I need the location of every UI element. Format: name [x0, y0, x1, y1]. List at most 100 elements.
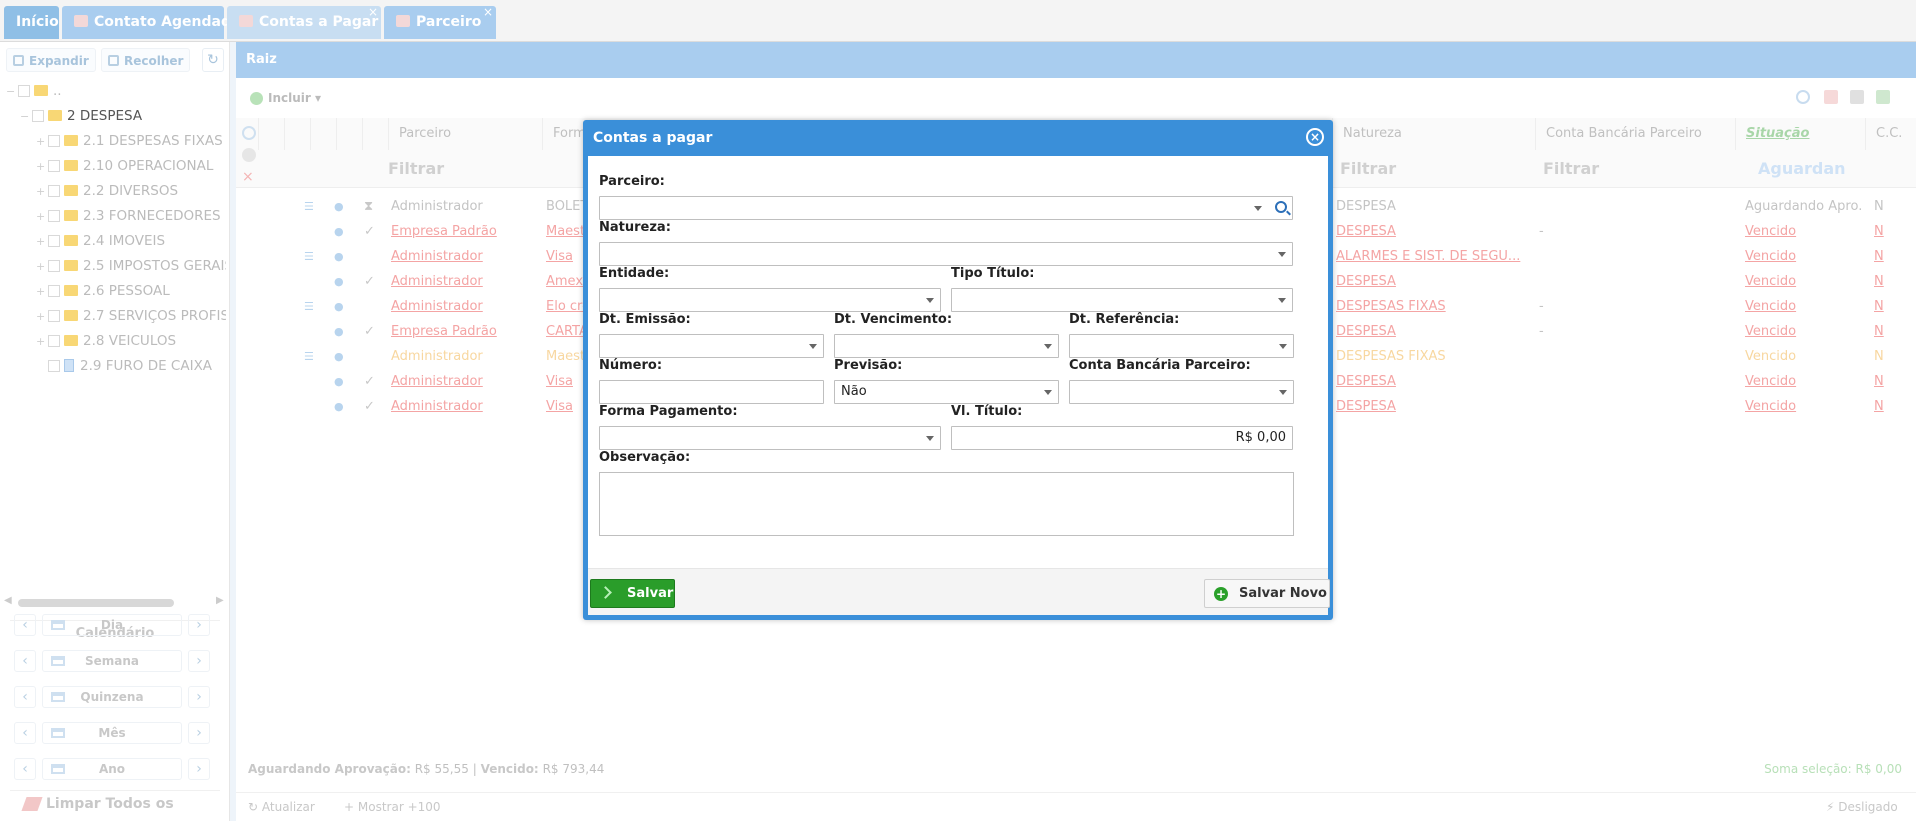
check-icon[interactable]: ✓	[364, 219, 375, 244]
cell-cc[interactable]: N	[1874, 219, 1884, 244]
eye-icon[interactable]: ●	[334, 394, 344, 419]
cell-cc[interactable]: N	[1874, 269, 1884, 294]
cell-natureza[interactable]: DESPESA	[1336, 269, 1531, 294]
refresh-button[interactable]: ↻ Atualizar	[248, 800, 315, 814]
tree-toggle[interactable]: +	[36, 131, 46, 152]
gear-icon[interactable]	[242, 148, 256, 162]
close-icon[interactable]: ×	[242, 170, 256, 184]
tree-toggle[interactable]: +	[36, 331, 46, 352]
chevron-down-icon[interactable]	[926, 436, 934, 441]
numero-input[interactable]	[599, 380, 824, 404]
eye-icon[interactable]: ●	[334, 319, 344, 344]
next-arrow-icon[interactable]: ›	[188, 650, 210, 672]
prev-arrow-icon[interactable]: ‹	[14, 758, 36, 780]
eye-icon[interactable]: ●	[334, 369, 344, 394]
calendar-button[interactable]: Dia	[42, 614, 182, 636]
dt-emissao-input[interactable]	[599, 334, 824, 358]
show-more-button[interactable]: + Mostrar +100	[344, 800, 441, 814]
chevron-down-icon[interactable]	[1044, 390, 1052, 395]
tree-toggle[interactable]: +	[36, 306, 46, 327]
chevron-down-icon[interactable]	[1279, 344, 1287, 349]
dt-vencimento-input[interactable]	[834, 334, 1059, 358]
cell-natureza[interactable]: DESPESA	[1336, 394, 1531, 419]
cell-parceiro[interactable]: Administrador	[391, 394, 539, 419]
list-icon[interactable]: ☰	[304, 294, 314, 319]
cell-natureza[interactable]: DESPESA	[1336, 219, 1531, 244]
tree-checkbox[interactable]	[48, 135, 60, 147]
column-conta-bancaria[interactable]: Conta Bancária Parceiro	[1535, 118, 1735, 150]
tree-checkbox[interactable]	[48, 360, 60, 372]
parceiro-select[interactable]	[599, 196, 1293, 220]
cell-natureza[interactable]: ALARMES E SIST. DE SEGU...	[1336, 244, 1531, 269]
next-arrow-icon[interactable]: ›	[188, 758, 210, 780]
cell-situacao[interactable]: Vencido	[1745, 344, 1863, 369]
cell-situacao[interactable]: Vencido	[1745, 244, 1863, 269]
cell-parceiro[interactable]: Administrador	[391, 294, 539, 319]
cell-situacao[interactable]: Vencido	[1745, 294, 1863, 319]
search-icon[interactable]	[1796, 90, 1810, 104]
cell-situacao[interactable]: Vencido	[1745, 319, 1863, 344]
column-action-2[interactable]	[310, 118, 336, 150]
cell-situacao[interactable]: Vencido	[1745, 269, 1863, 294]
previsao-select[interactable]: Não	[834, 380, 1059, 404]
cell-forma[interactable]: Visa	[546, 369, 586, 394]
eye-icon[interactable]: ●	[334, 344, 344, 369]
cell-forma[interactable]: Visa	[546, 244, 586, 269]
horizontal-scrollbar[interactable]	[18, 599, 174, 607]
tree-checkbox[interactable]	[48, 185, 60, 197]
filter-situacao[interactable]: Aguardand	[1754, 154, 1846, 184]
refresh-icon[interactable]: ↻	[202, 48, 224, 72]
eye-icon[interactable]: ●	[334, 269, 344, 294]
tree-node-2-despesa[interactable]: − 2 DESPESA	[20, 105, 226, 127]
tree-toggle[interactable]: +	[36, 206, 46, 227]
dt-referencia-input[interactable]	[1069, 334, 1294, 358]
tree-toggle[interactable]: +	[36, 156, 46, 177]
cell-cc[interactable]: N	[1874, 344, 1884, 369]
eye-icon[interactable]: ●	[334, 219, 344, 244]
pdf-icon[interactable]	[1824, 90, 1838, 104]
chevron-down-icon[interactable]	[1278, 298, 1286, 303]
calendar-button[interactable]: Quinzena	[42, 686, 182, 708]
prev-arrow-icon[interactable]: ‹	[14, 650, 36, 672]
check-icon[interactable]: ✓	[364, 269, 375, 294]
vl-titulo-input[interactable]: R$ 0,00	[951, 426, 1293, 450]
column-action-1[interactable]	[284, 118, 310, 150]
tree-root[interactable]: −..	[6, 80, 226, 102]
tree-checkbox[interactable]	[48, 285, 60, 297]
cell-forma[interactable]: Elo cré	[546, 294, 586, 319]
prev-arrow-icon[interactable]: ‹	[14, 722, 36, 744]
tree-node[interactable]: +2.7 SERVIÇOS PROFISS	[36, 305, 226, 327]
chevron-down-icon[interactable]	[1044, 344, 1052, 349]
chevron-down-icon[interactable]	[1254, 206, 1262, 211]
cell-natureza[interactable]: DESPESAS FIXAS	[1336, 294, 1531, 319]
tree-toggle[interactable]: +	[36, 181, 46, 202]
collapse-button[interactable]: Recolher	[101, 48, 191, 72]
cell-forma[interactable]: Amex	[546, 269, 586, 294]
close-icon[interactable]: ×	[483, 0, 493, 29]
chevron-down-icon[interactable]	[1278, 252, 1286, 257]
chevron-down-icon[interactable]	[1279, 390, 1287, 395]
column-select[interactable]	[258, 118, 284, 150]
cell-cc[interactable]: N	[1874, 369, 1884, 394]
tree-node[interactable]: +2.10 OPERACIONAL	[36, 155, 226, 177]
save-button[interactable]: Salvar	[590, 579, 675, 608]
natureza-select[interactable]	[599, 242, 1293, 266]
tree-node[interactable]: +2.3 FORNECEDORES	[36, 205, 226, 227]
tree-checkbox[interactable]	[48, 310, 60, 322]
tree-toggle[interactable]: +	[36, 231, 46, 252]
tab-inicio[interactable]: Início	[4, 6, 59, 39]
cell-forma[interactable]: CARTA	[546, 319, 586, 344]
tree-node[interactable]: +2.6 PESSOAL	[36, 280, 226, 302]
conta-bancaria-select[interactable]	[1069, 380, 1294, 404]
eye-icon[interactable]: ●	[334, 194, 344, 219]
cell-parceiro[interactable]: Empresa Padrão	[391, 219, 539, 244]
tree-toggle[interactable]: +	[36, 281, 46, 302]
chevron-down-icon[interactable]	[809, 344, 817, 349]
column-natureza[interactable]: Natureza	[1332, 118, 1535, 150]
tree-checkbox[interactable]	[48, 235, 60, 247]
cell-parceiro[interactable]: Administrador	[391, 244, 539, 269]
cell-cc[interactable]: N	[1874, 244, 1884, 269]
tree-node[interactable]: +2.4 IMOVEIS	[36, 230, 226, 252]
prev-arrow-icon[interactable]: ‹	[14, 686, 36, 708]
scroll-right-icon[interactable]: ▶	[216, 595, 224, 606]
